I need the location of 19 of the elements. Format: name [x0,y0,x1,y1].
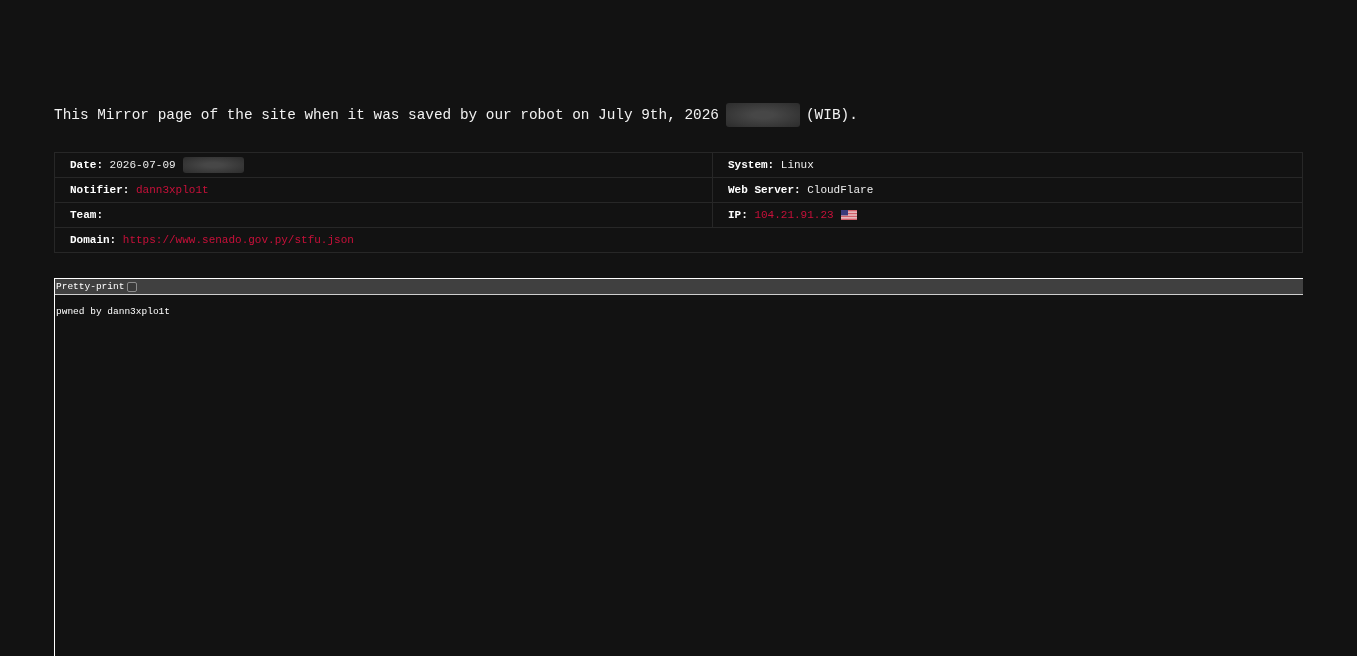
pretty-print-checkbox[interactable] [127,281,138,292]
field-label: Domain: [70,234,117,246]
link[interactable]: dann3xplo1t [136,184,209,196]
pretty-print-label: Pretty-print [56,281,125,292]
page-content-text: pwned by dann3xplo1t [56,306,171,317]
timezone-text: (WIB). [805,106,858,125]
field-label: Notifier: [70,184,130,196]
flag-icon [840,210,857,220]
field-value: Linux [780,159,814,171]
field-label: Team: [70,209,103,221]
field-label: IP: [728,209,748,221]
intro-sentence: This Mirror page of the site when it was saved by our robot on July 9th, 2026 [54,106,719,125]
link[interactable]: https://www.senado.gov.py/stfu.json [122,234,354,246]
field-label: Web Server: [728,184,801,196]
ip-address: 104.21.91.23 [754,209,834,221]
field-value: CloudFlare [807,184,874,196]
field-label: System: [728,159,775,171]
field-label: Date: [70,159,103,171]
field-value: 2026-07-09 [109,159,176,171]
